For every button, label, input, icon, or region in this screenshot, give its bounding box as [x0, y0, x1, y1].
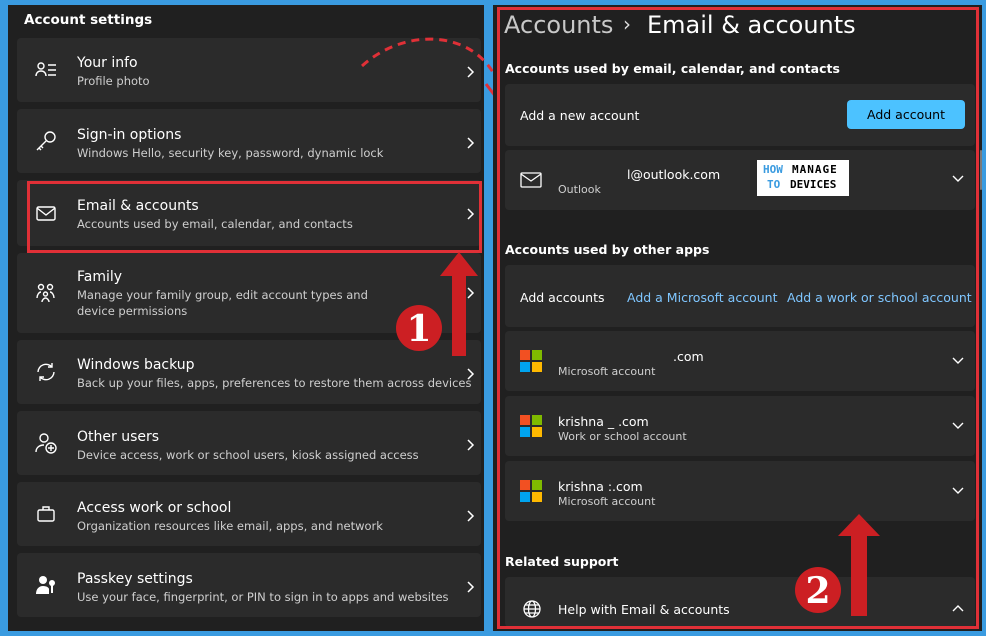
nav-passkey-settings-title: Passkey settings [77, 571, 193, 587]
nav-family-title: Family [77, 269, 123, 285]
briefcase-icon [37, 506, 55, 522]
chevron-right-icon [467, 137, 475, 149]
chevron-right-icon [467, 439, 475, 451]
nav-other-users[interactable]: Other users Device access, work or schoo… [17, 411, 481, 475]
nav-your-info-subtitle: Profile photo [77, 74, 150, 88]
nav-windows-backup-title: Windows backup [77, 357, 195, 373]
nav-your-info-title: Your info [77, 55, 138, 71]
nav-passkey-settings[interactable]: Passkey settings Use your face, fingerpr… [17, 553, 481, 617]
highlight-email-accounts [27, 181, 482, 253]
nav-sign-in-options[interactable]: Sign-in options Windows Hello, security … [17, 109, 481, 173]
nav-windows-backup-subtitle: Back up your files, apps, preferences to… [77, 376, 472, 390]
sync-icon [37, 363, 55, 381]
person-list-icon [35, 62, 56, 77]
chevron-right-icon [467, 368, 475, 380]
nav-sign-in-options-title: Sign-in options [77, 127, 182, 143]
step-1-badge: 1 [396, 305, 442, 351]
chevron-right-icon [467, 581, 475, 593]
nav-family-subtitle: Manage your family group, edit account t… [77, 288, 368, 318]
highlight-right-panel [497, 7, 979, 629]
nav-passkey-settings-subtitle: Use your face, fingerprint, or PIN to si… [77, 590, 449, 604]
nav-access-work-school[interactable]: Access work or school Organization resou… [17, 482, 481, 546]
nav-sign-in-options-subtitle: Windows Hello, security key, password, d… [77, 146, 384, 160]
nav-other-users-subtitle: Device access, work or school users, kio… [77, 448, 419, 462]
chevron-right-icon [467, 510, 475, 522]
add-user-icon [35, 433, 57, 454]
account-settings-title: Account settings [24, 12, 153, 28]
scrollbar-thumb[interactable] [980, 150, 982, 190]
nav-other-users-title: Other users [77, 429, 160, 445]
family-icon [36, 283, 55, 303]
nav-access-work-school-title: Access work or school [77, 500, 232, 516]
up-arrow-1-icon [440, 252, 478, 356]
up-arrow-2-icon [838, 514, 880, 616]
key-icon [36, 131, 56, 151]
passkey-icon [36, 576, 55, 594]
nav-access-work-school-subtitle: Organization resources like email, apps,… [77, 519, 383, 533]
step-2-badge: 2 [795, 567, 841, 613]
